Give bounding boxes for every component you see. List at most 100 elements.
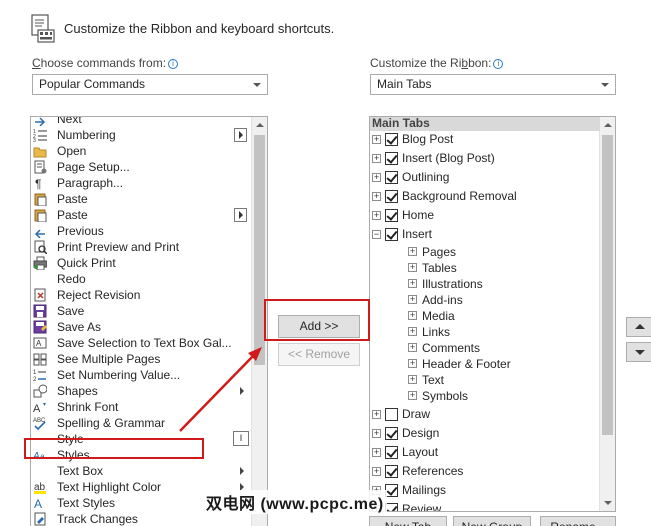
command-item[interactable]: Text Box (31, 463, 253, 479)
expand-icon[interactable]: + (408, 359, 417, 368)
submenu-arrow-icon (234, 208, 247, 222)
remove-button[interactable]: << Remove (278, 343, 360, 366)
checkbox[interactable] (385, 484, 398, 497)
tree-tab-item[interactable]: + References (370, 462, 598, 481)
checkbox[interactable] (385, 503, 398, 511)
scroll-up-button[interactable] (252, 117, 267, 133)
tree-tab-item[interactable]: + Layout (370, 443, 598, 462)
tree-group-item[interactable]: + Tables (370, 260, 598, 276)
customize-ribbon-icon (31, 14, 55, 43)
expand-icon[interactable]: + (372, 211, 381, 220)
tree-tab-item[interactable]: + Design (370, 424, 598, 443)
move-up-button[interactable] (626, 317, 651, 337)
command-item[interactable]: Quick Print (31, 255, 253, 271)
commands-list[interactable]: Next 1 2 3 Numbering Open Page Setup... ¶ Paragr… (30, 116, 268, 526)
expand-icon[interactable]: + (372, 448, 381, 457)
command-label: Reject Revision (57, 288, 141, 302)
rename-button[interactable]: Rename... (540, 516, 616, 526)
tree-group-item[interactable]: + Media (370, 308, 598, 324)
checkbox[interactable] (385, 190, 398, 203)
tree-tab-item[interactable]: + Draw (370, 405, 598, 424)
tree-tab-item[interactable]: + Home (370, 206, 598, 225)
paste-icon (34, 209, 47, 222)
checkbox[interactable] (385, 446, 398, 459)
tree-tab-item[interactable]: +Review (370, 500, 598, 511)
expand-icon[interactable]: + (408, 279, 417, 288)
expand-icon[interactable]: + (372, 154, 381, 163)
checkbox[interactable] (385, 152, 398, 165)
command-label: Redo (57, 272, 86, 286)
expand-icon[interactable]: + (408, 247, 417, 256)
tree-group-item[interactable]: + Illustrations (370, 276, 598, 292)
expand-icon[interactable]: + (372, 429, 381, 438)
scrollbar-thumb[interactable] (602, 135, 613, 435)
tree-group-item[interactable]: + Pages (370, 244, 598, 260)
command-label: Text Highlight Color (57, 480, 162, 494)
svg-text:A: A (34, 497, 42, 510)
scroll-down-button[interactable] (600, 495, 615, 511)
checkbox[interactable] (385, 408, 398, 421)
expand-icon[interactable]: + (372, 173, 381, 182)
tree-tab-item[interactable]: +Mailings (370, 481, 598, 500)
command-item[interactable]: Paste (31, 191, 253, 207)
checkbox[interactable] (385, 228, 398, 241)
tree-group-item[interactable]: + Symbols (370, 388, 598, 404)
command-item[interactable]: Redo (31, 271, 253, 287)
tree-tab-item[interactable]: + Outlining (370, 168, 598, 187)
expand-icon[interactable]: + (408, 263, 417, 272)
checkbox[interactable] (385, 209, 398, 222)
move-down-button[interactable] (626, 342, 651, 362)
tree-tab-item[interactable]: + Background Removal (370, 187, 598, 206)
new-group-button[interactable]: New Group (453, 516, 531, 526)
scroll-up-button[interactable] (600, 117, 615, 133)
new-tab-button[interactable]: New Tab (369, 516, 447, 526)
tree-tab-item[interactable]: + Insert (Blog Post) (370, 149, 598, 168)
expand-icon[interactable]: + (408, 327, 417, 336)
checkbox[interactable] (385, 133, 398, 146)
expand-icon[interactable]: + (372, 135, 381, 144)
command-item[interactable]: Save As (31, 319, 253, 335)
tree-group-item[interactable]: + Links (370, 324, 598, 340)
checkbox[interactable] (385, 171, 398, 184)
tree-group-item[interactable]: + Comments (370, 340, 598, 356)
tree-scrollbar[interactable] (599, 117, 615, 511)
tree-group-item[interactable]: + Text (370, 372, 598, 388)
redo-icon (33, 272, 47, 286)
tree-item-label: Mailings (402, 483, 447, 497)
expand-icon[interactable]: + (408, 295, 417, 304)
command-item[interactable]: Open (31, 143, 253, 159)
styles-item-highlight (24, 438, 204, 459)
choose-commands-dropdown[interactable]: Popular Commands (32, 74, 268, 95)
command-item[interactable]: Next (31, 117, 253, 127)
command-item[interactable]: Page Setup... (31, 159, 253, 175)
command-item[interactable]: Print Preview and Print (31, 239, 253, 255)
expand-icon[interactable]: + (408, 311, 417, 320)
command-item[interactable]: Previous (31, 223, 253, 239)
expand-icon[interactable]: + (372, 410, 381, 419)
tree-tab-item[interactable]: − Insert (370, 225, 598, 244)
checkbox[interactable] (385, 427, 398, 440)
tree-group-item[interactable]: + Add-ins (370, 292, 598, 308)
expand-icon[interactable]: + (408, 375, 417, 384)
track-changes-icon (34, 512, 46, 526)
expand-icon[interactable]: + (408, 391, 417, 400)
checkbox[interactable] (385, 465, 398, 478)
expand-icon[interactable]: + (408, 343, 417, 352)
customize-ribbon-dropdown[interactable]: Main Tabs (370, 74, 616, 95)
tree-tab-item[interactable]: + Blog Post (370, 130, 598, 149)
command-item[interactable]: ¶ Paragraph... (31, 175, 253, 191)
collapse-icon[interactable]: − (372, 230, 381, 239)
move-up-icon (635, 324, 645, 329)
tree-header: Main Tabs (370, 117, 600, 131)
command-item[interactable]: Paste (31, 207, 253, 223)
command-item[interactable]: Reject Revision (31, 287, 253, 303)
svg-text:3: 3 (33, 138, 36, 142)
shrink-font-icon: A (33, 403, 46, 414)
command-item[interactable]: 1 2 3 Numbering (31, 127, 253, 143)
expand-icon[interactable]: + (372, 467, 381, 476)
command-item[interactable]: Save (31, 303, 253, 319)
expand-icon[interactable]: + (372, 192, 381, 201)
tree-group-item[interactable]: + Header & Footer (370, 356, 598, 372)
ribbon-tabs-tree[interactable]: Main Tabs + Blog Post + Insert (Blog Post) + O… (369, 116, 616, 512)
command-label: Save As (57, 320, 102, 334)
